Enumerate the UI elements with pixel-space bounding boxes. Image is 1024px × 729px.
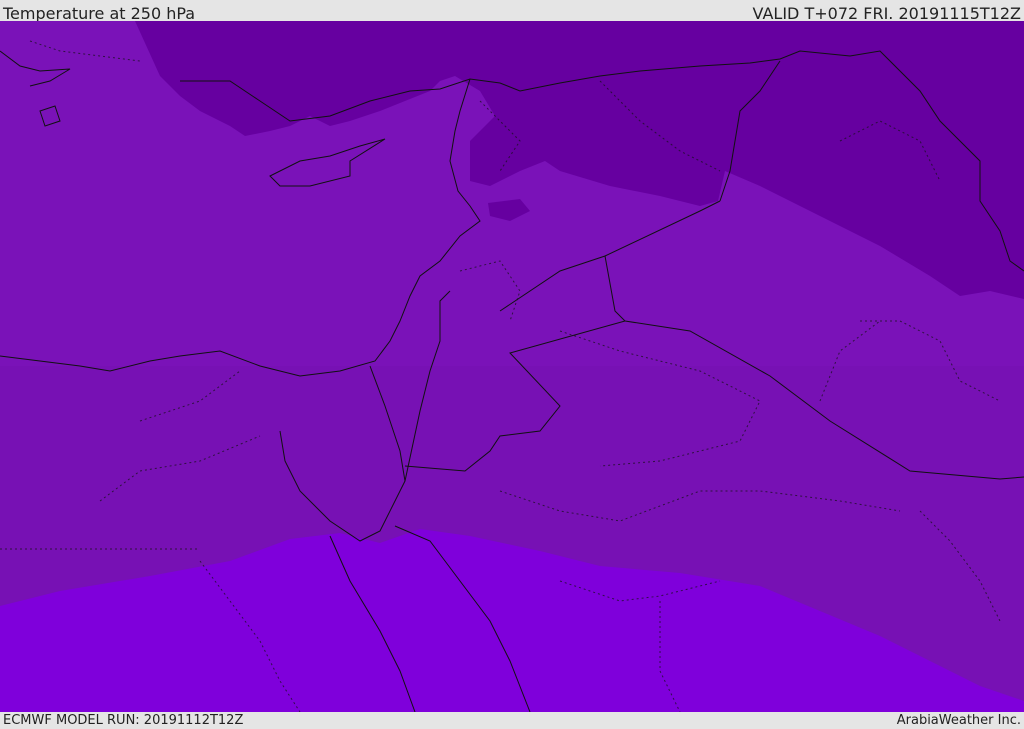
model-run-label: ECMWF MODEL RUN: 20191112T12Z <box>3 713 244 728</box>
credit-label: ArabiaWeather Inc. <box>896 713 1021 728</box>
footer-bar: ECMWF MODEL RUN: 20191112T12Z ArabiaWeat… <box>0 712 1024 729</box>
header-bar: Temperature at 250 hPa VALID T+072 FRI. … <box>0 0 1024 23</box>
weather-map[interactable] <box>0 21 1024 712</box>
map-canvas <box>0 21 1024 712</box>
